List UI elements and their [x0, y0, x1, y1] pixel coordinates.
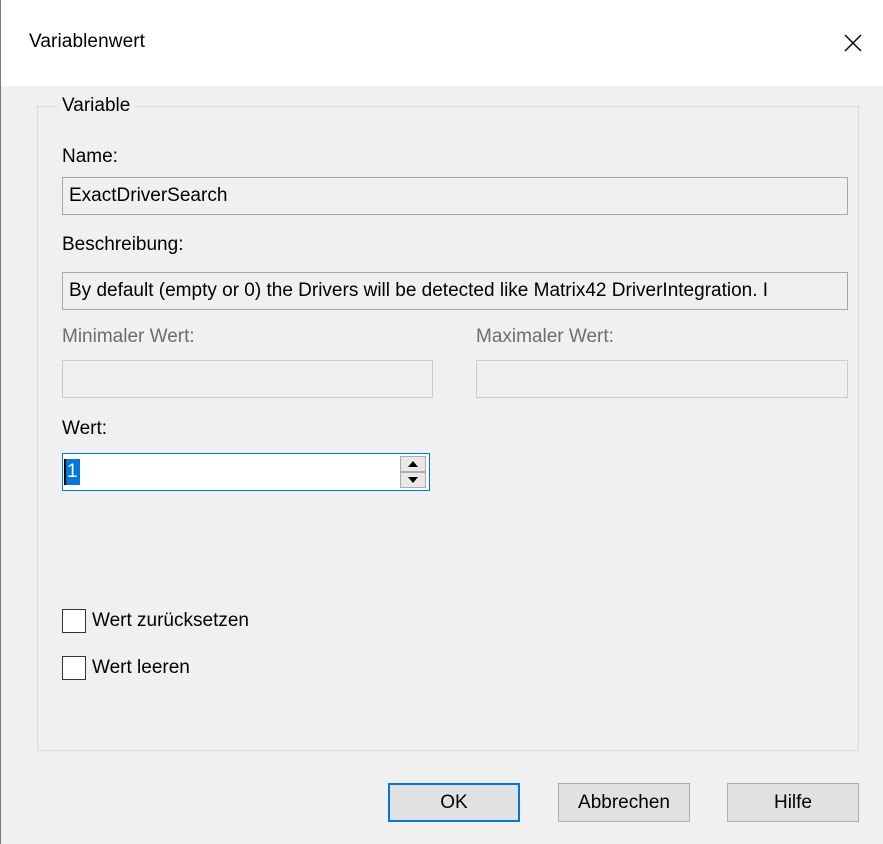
close-button[interactable]: [823, 0, 883, 86]
clear-value-label: Wert leeren: [92, 657, 190, 678]
value-input[interactable]: 1: [63, 454, 393, 490]
clear-value-checkbox-row[interactable]: Wert leeren: [62, 656, 190, 680]
clear-value-checkbox[interactable]: [62, 656, 86, 680]
max-value-label: Maximaler Wert:: [476, 326, 614, 347]
stepper-buttons: [400, 456, 426, 488]
value-label: Wert:: [62, 418, 108, 439]
name-label: Name:: [62, 146, 118, 167]
min-value-label: Minimaler Wert:: [62, 326, 195, 347]
reset-value-checkbox-row[interactable]: Wert zurücksetzen: [62, 609, 249, 633]
stepper-up-button[interactable]: [400, 456, 426, 472]
dialog-window: Variablenwert Variable Name: ExactDriver…: [0, 0, 883, 844]
reset-value-label: Wert zurücksetzen: [92, 610, 249, 631]
triangle-down-icon: [408, 477, 418, 483]
min-value-field[interactable]: [62, 360, 433, 398]
close-icon: [844, 34, 862, 52]
max-value-field[interactable]: [476, 360, 848, 398]
window-title: Variablenwert: [29, 31, 146, 52]
value-selected-text: 1: [64, 459, 80, 485]
title-bar: Variablenwert: [1, 0, 883, 86]
triangle-up-icon: [408, 461, 418, 467]
value-stepper[interactable]: 1: [62, 453, 430, 491]
reset-value-checkbox[interactable]: [62, 609, 86, 633]
cancel-button[interactable]: Abbrechen: [558, 783, 690, 822]
help-button[interactable]: Hilfe: [727, 783, 859, 822]
description-label: Beschreibung:: [62, 234, 184, 255]
name-field[interactable]: ExactDriverSearch: [62, 177, 848, 215]
ok-button[interactable]: OK: [388, 783, 520, 822]
stepper-down-button[interactable]: [400, 472, 426, 488]
description-field[interactable]: By default (empty or 0) the Drivers will…: [62, 272, 848, 310]
group-legend: Variable: [58, 95, 135, 117]
